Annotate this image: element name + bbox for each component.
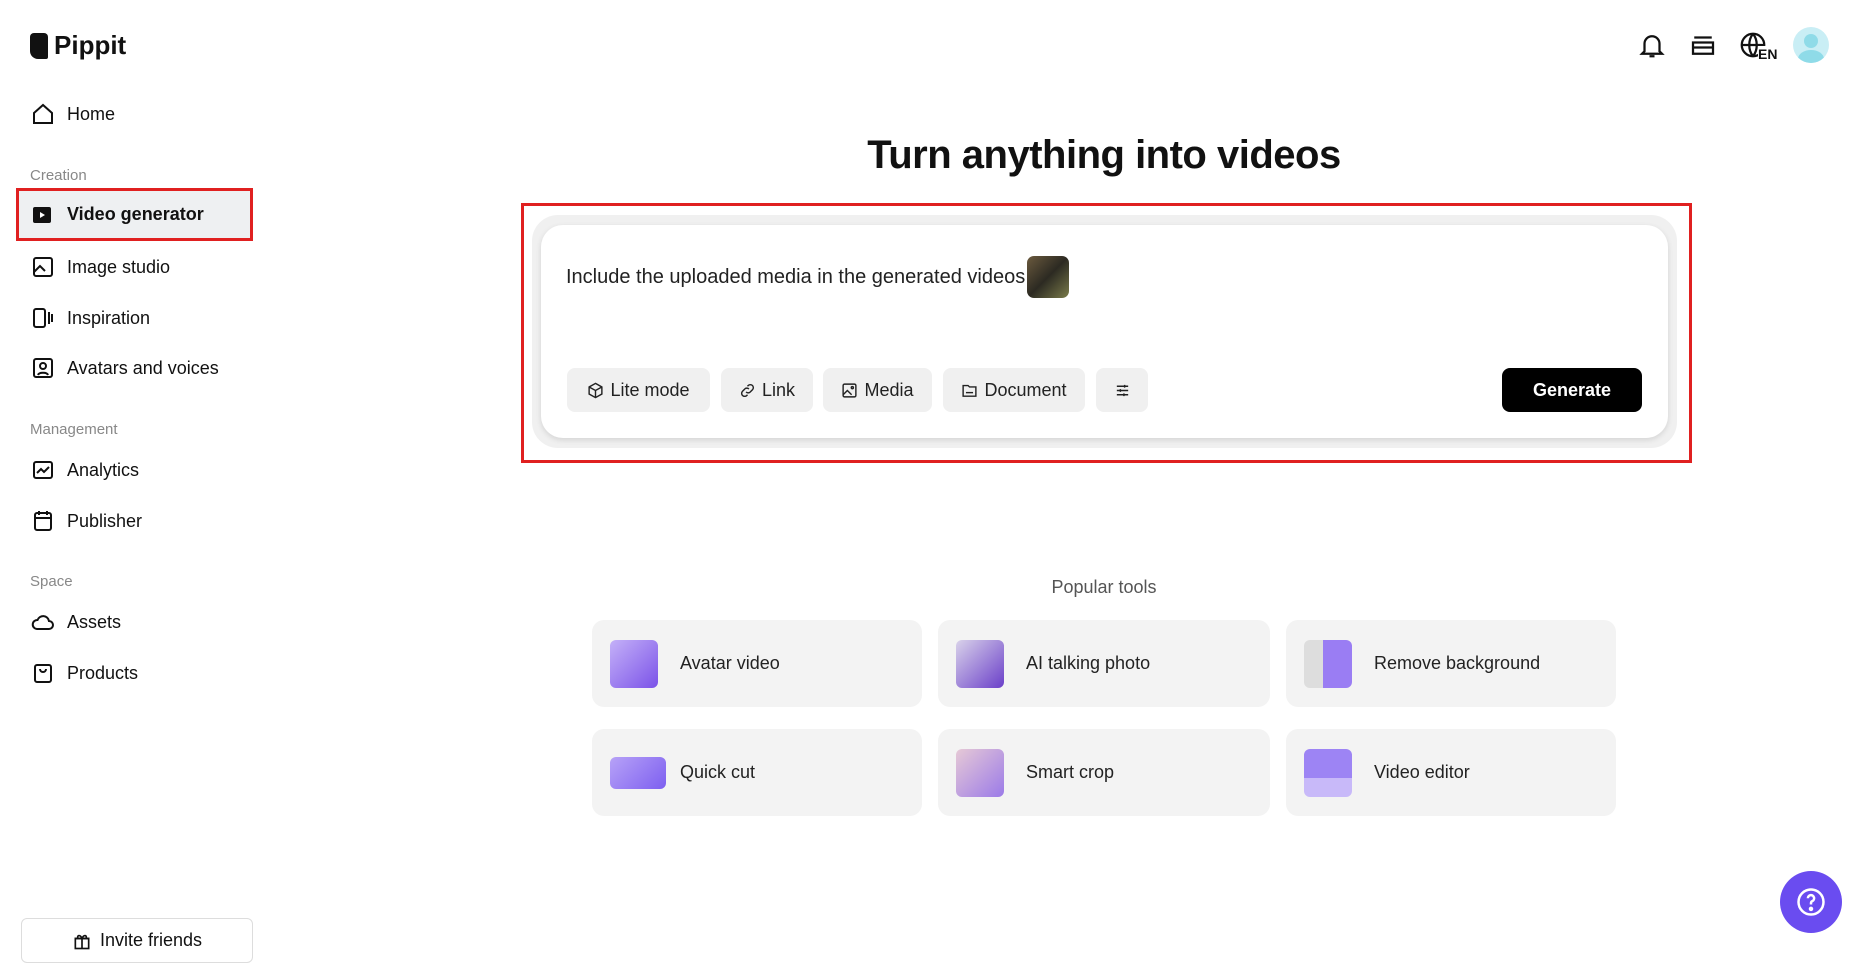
- bell-icon[interactable]: [1637, 30, 1667, 60]
- chart-icon: [33, 461, 53, 479]
- tool-ai-talking-photo[interactable]: AI talking photo: [938, 620, 1270, 707]
- avatar-video-icon: [610, 639, 658, 688]
- document-button[interactable]: Document: [943, 368, 1085, 412]
- sidebar-item-publisher[interactable]: Publisher: [16, 496, 253, 546]
- prompt-input[interactable]: Include the uploaded media in the genera…: [566, 256, 1070, 298]
- tool-smart-crop[interactable]: Smart crop: [938, 729, 1270, 816]
- cloud-icon: [31, 615, 54, 630]
- lite-mode-button[interactable]: Lite mode: [567, 368, 710, 412]
- sidebar-item-inspiration[interactable]: Inspiration: [16, 293, 253, 343]
- sidebar-item-avatars-voices[interactable]: Avatars and voices: [16, 343, 253, 393]
- section-creation: Creation: [30, 167, 87, 184]
- tool-video-editor[interactable]: Video editor: [1286, 729, 1616, 816]
- link-button[interactable]: Link: [721, 368, 813, 412]
- home-icon: [33, 103, 53, 124]
- sidebar-item-home[interactable]: Home: [16, 89, 253, 139]
- invite-friends-button[interactable]: Invite friends: [21, 918, 253, 963]
- folder-icon: [962, 384, 978, 397]
- tool-avatar-video[interactable]: Avatar video: [592, 620, 922, 707]
- avatar-icon: [33, 358, 53, 378]
- tool-remove-background[interactable]: Remove background: [1286, 620, 1616, 707]
- section-space: Space: [30, 573, 73, 590]
- sidebar-item-assets[interactable]: Assets: [16, 597, 253, 647]
- section-management: Management: [30, 421, 118, 438]
- gift-icon: [74, 934, 90, 949]
- popular-tools-heading: Popular tools: [1051, 577, 1157, 597]
- smart-crop-icon: [956, 748, 1004, 797]
- logo-mark-icon: [30, 32, 48, 59]
- video-editor-icon: [1304, 748, 1352, 797]
- settings-button[interactable]: [1096, 368, 1148, 412]
- inspiration-icon: [33, 308, 53, 328]
- link-icon: [740, 383, 755, 397]
- bag-icon: [34, 664, 52, 683]
- user-avatar[interactable]: [1793, 27, 1829, 63]
- credits-icon[interactable]: [1688, 30, 1718, 60]
- image-plus-icon: [33, 257, 53, 277]
- help-button[interactable]: [1780, 871, 1842, 933]
- quick-cut-icon: [610, 756, 666, 789]
- sidebar-item-products[interactable]: Products: [16, 648, 253, 698]
- pippit-logo[interactable]: Pippit: [30, 30, 126, 61]
- tool-quick-cut[interactable]: Quick cut: [592, 729, 922, 816]
- language-selector[interactable]: EN: [1738, 30, 1778, 64]
- remove-background-icon: [1304, 639, 1352, 688]
- calendar-icon: [34, 511, 52, 531]
- cube-icon: [588, 382, 604, 398]
- sidebar-item-image-studio[interactable]: Image studio: [16, 242, 253, 292]
- sidebar-item-video-generator[interactable]: Video generator: [16, 188, 253, 241]
- uploaded-media-thumbnail[interactable]: [1027, 256, 1070, 298]
- generate-button[interactable]: Generate: [1502, 368, 1642, 412]
- sidebar-item-analytics[interactable]: Analytics: [16, 445, 253, 495]
- talking-photo-icon: [956, 639, 1004, 688]
- question-icon: [1797, 888, 1825, 916]
- image-icon: [842, 382, 858, 398]
- video-plus-icon: [33, 206, 51, 223]
- media-button[interactable]: Media: [823, 368, 932, 412]
- page-title: Turn anything into videos: [867, 133, 1341, 177]
- sliders-icon: [1116, 384, 1128, 396]
